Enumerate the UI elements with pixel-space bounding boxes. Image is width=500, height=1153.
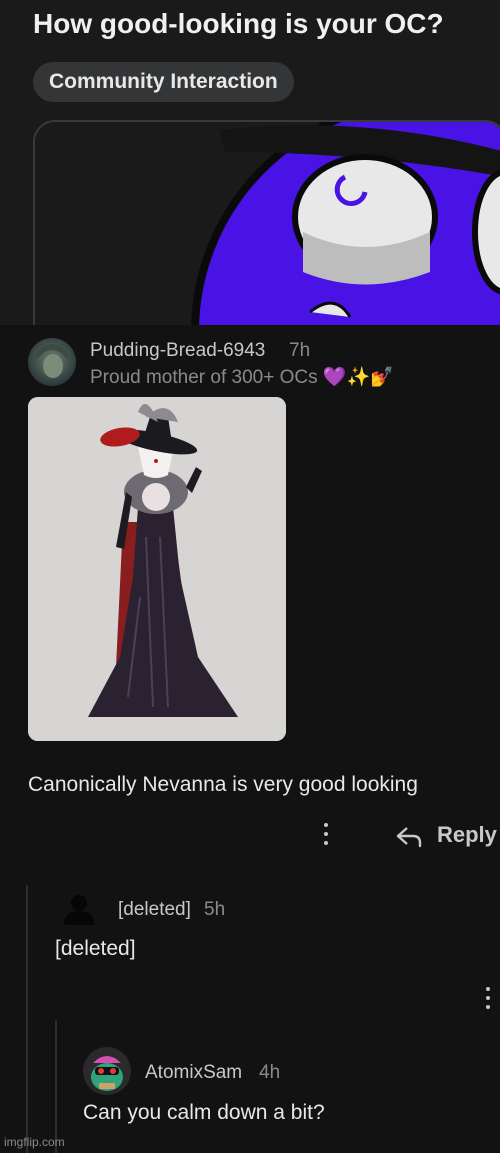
more-options-icon xyxy=(318,821,334,849)
character-illustration xyxy=(28,397,286,741)
comment-age: 4h xyxy=(259,1062,281,1083)
more-options-button[interactable] xyxy=(318,821,334,849)
watermark: imgflip.com xyxy=(4,1135,65,1149)
thread-line[interactable] xyxy=(55,1020,57,1153)
reply-button[interactable]: Reply xyxy=(395,822,497,853)
user-flair: Proud mother of 300+ OCs 💜✨💅 xyxy=(90,367,394,388)
comment-username[interactable]: Pudding-Bread-6943 xyxy=(90,340,265,362)
thread-line[interactable] xyxy=(26,885,28,1153)
comment-age: 7h xyxy=(289,340,311,361)
comment-image[interactable] xyxy=(28,397,286,741)
comment-body: Canonically Nevanna is very good looking xyxy=(28,773,418,796)
comment-username: [deleted] xyxy=(118,899,191,920)
avatar-image xyxy=(28,338,76,386)
comment-username[interactable]: AtomixSam xyxy=(145,1062,242,1084)
comment-body: [deleted] xyxy=(55,937,136,960)
deleted-user-icon xyxy=(64,895,94,925)
reply-label: Reply xyxy=(437,822,497,847)
avatar-image xyxy=(83,1047,131,1095)
more-options-button[interactable] xyxy=(480,985,496,1013)
post-image[interactable] xyxy=(33,120,500,325)
avatar[interactable] xyxy=(28,338,76,386)
avatar[interactable] xyxy=(83,1047,131,1095)
post-panel: How good-looking is your OC? Community I… xyxy=(0,0,500,325)
deleted-user-avatar xyxy=(62,893,96,925)
more-options-icon xyxy=(480,985,496,1013)
post-title[interactable]: How good-looking is your OC? xyxy=(33,8,444,40)
comment-body: Can you calm down a bit? xyxy=(83,1101,325,1124)
reply-arrow-icon xyxy=(395,824,423,853)
comment-thread: Pudding-Bread-6943 7h Proud mother of 30… xyxy=(0,325,500,1153)
post-image-art xyxy=(35,122,500,325)
comment-age: 5h xyxy=(204,899,226,920)
post-flair[interactable]: Community Interaction xyxy=(33,62,294,102)
